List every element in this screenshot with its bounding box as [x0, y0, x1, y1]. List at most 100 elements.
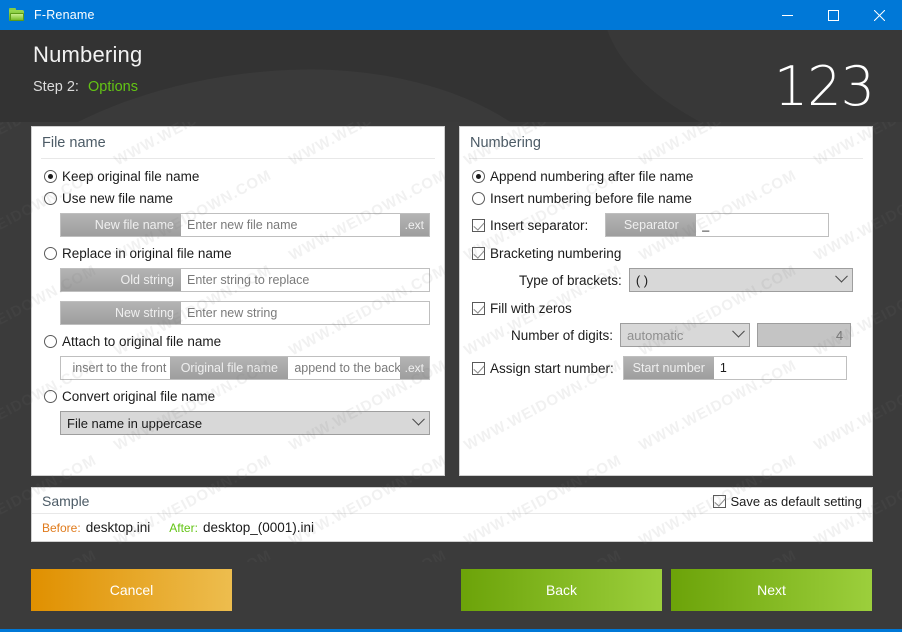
radio-label: Keep original file name: [62, 169, 200, 184]
convert-mode-value: File name in uppercase: [67, 415, 203, 431]
maximize-icon[interactable]: [810, 0, 856, 30]
chevron-down-icon: [834, 269, 848, 283]
radio-use-new-name[interactable]: Use new file name: [44, 191, 432, 206]
assign-start-number-label: Assign start number:: [490, 360, 614, 376]
radio-icon: [44, 390, 57, 403]
sample-after-value: desktop_(0001).ini: [202, 520, 315, 535]
title-bar: F-Rename: [0, 0, 902, 30]
type-of-brackets-select[interactable]: ( ): [628, 268, 853, 292]
file-name-panel: File name Keep original file name Use ne…: [31, 126, 445, 476]
radio-icon: [44, 192, 57, 205]
chevron-down-icon: [412, 412, 425, 426]
save-as-default-row[interactable]: Save as default setting: [713, 494, 862, 509]
save-as-default-label: Save as default setting: [730, 493, 862, 509]
assign-start-number-row: Assign start number: Start number 1: [472, 356, 860, 380]
type-of-brackets-value: ( ): [635, 272, 649, 288]
old-string-input[interactable]: Enter string to replace: [181, 269, 429, 291]
sample-preview-row: Before: desktop.ini After: desktop_(0001…: [32, 514, 872, 535]
sample-before-key: Before:: [42, 521, 81, 535]
radio-label: Attach to original file name: [62, 334, 222, 349]
new-file-name-chip: New file name: [61, 214, 181, 236]
radio-attach-to-original[interactable]: Attach to original file name: [44, 334, 432, 349]
start-number-input[interactable]: 1: [713, 357, 846, 379]
separator-field: Separator _: [605, 213, 830, 237]
radio-icon: [44, 335, 57, 348]
next-button[interactable]: Next: [671, 569, 872, 611]
step-value: Options: [87, 79, 138, 95]
radio-icon: [472, 192, 485, 205]
radio-insert-numbering[interactable]: Insert numbering before file name: [472, 191, 860, 206]
assign-start-number-checkbox[interactable]: [472, 361, 485, 375]
start-number-chip: Start number: [623, 357, 714, 379]
workspace: WWW.WEIDOWN.COMWWW.WEIDOWN.COMWWW.WEIDOW…: [0, 122, 902, 632]
bracketing-checkbox[interactable]: [472, 247, 485, 260]
insert-separator-row: Insert separator: Separator _: [472, 213, 860, 237]
sample-title: Sample: [42, 493, 90, 509]
type-of-brackets-label: Type of brackets:: [519, 272, 622, 288]
original-file-name-chip: Original file name: [170, 357, 289, 379]
sample-before-value: desktop.ini: [85, 520, 151, 535]
radio-convert-original[interactable]: Convert original file name: [44, 389, 432, 404]
radio-label: Insert numbering before file name: [490, 191, 692, 206]
radio-label: Use new file name: [62, 191, 174, 206]
page-title: Numbering: [33, 42, 143, 67]
app-title: F-Rename: [34, 8, 95, 22]
number-of-digits-value: automatic: [627, 327, 684, 343]
chevron-down-icon: [732, 324, 745, 338]
insert-separator-checkbox[interactable]: [472, 218, 485, 232]
radio-append-numbering[interactable]: Append numbering after file name: [472, 169, 860, 184]
fill-with-zeros-row[interactable]: Fill with zeros: [472, 301, 860, 316]
insert-separator-label: Insert separator:: [490, 217, 589, 233]
new-string-chip: New string: [61, 302, 181, 324]
page-header: Numbering Step 2: Options 123: [0, 30, 902, 122]
fill-with-zeros-checkbox[interactable]: [472, 302, 485, 315]
radio-label: Replace in original file name: [62, 246, 232, 261]
new-file-name-input[interactable]: Enter new file name: [181, 214, 400, 236]
radio-icon: [44, 170, 57, 183]
new-string-row: New string Enter new string: [60, 301, 430, 325]
numbering-panel: Numbering Append numbering after file na…: [459, 126, 873, 476]
save-as-default-checkbox[interactable]: [713, 494, 727, 508]
start-number-field: Start number 1: [622, 356, 847, 380]
sample-panel: Sample Save as default setting Before: d…: [31, 487, 873, 542]
numbering-panel-title: Numbering: [470, 135, 541, 151]
extension-suffix: .ext: [399, 357, 429, 379]
attach-row: insert to the front Original file name a…: [60, 356, 430, 380]
radio-icon: [472, 170, 485, 183]
convert-mode-select[interactable]: File name in uppercase: [60, 411, 430, 435]
radio-label: Append numbering after file name: [490, 169, 694, 184]
file-name-panel-title: File name: [42, 135, 106, 151]
radio-keep-original[interactable]: Keep original file name: [44, 169, 432, 184]
step-indicator: Step 2: Options: [33, 79, 138, 95]
separator-input[interactable]: _: [696, 214, 829, 236]
new-file-name-row: New file name Enter new file name .ext: [60, 213, 430, 237]
number-of-digits-select[interactable]: automatic: [620, 323, 751, 347]
bracketing-row[interactable]: Bracketing numbering: [472, 246, 860, 261]
bracketing-label: Bracketing numbering: [490, 246, 622, 261]
minimize-icon[interactable]: [764, 0, 810, 30]
close-icon[interactable]: [856, 0, 902, 30]
radio-label: Convert original file name: [62, 389, 216, 404]
radio-icon: [44, 247, 57, 260]
extension-suffix: .ext: [399, 214, 429, 236]
new-string-input[interactable]: Enter new string: [181, 302, 429, 324]
back-button[interactable]: Back: [461, 569, 662, 611]
attach-back-input[interactable]: append to the back: [288, 357, 400, 379]
number-of-digits-label: Number of digits:: [511, 327, 614, 343]
radio-replace-in-original[interactable]: Replace in original file name: [44, 246, 432, 261]
folder-icon: [9, 8, 25, 22]
footer: Cancel Back Next: [0, 562, 902, 632]
sample-after-key: After:: [169, 521, 198, 535]
fill-with-zeros-label: Fill with zeros: [490, 301, 572, 316]
number-of-digits-row: Number of digits: automatic 4: [511, 323, 860, 347]
separator-chip: Separator: [606, 214, 697, 236]
type-of-brackets-row: Type of brackets: ( ): [519, 268, 860, 292]
old-string-row: Old string Enter string to replace: [60, 268, 430, 292]
cancel-button[interactable]: Cancel: [31, 569, 232, 611]
old-string-chip: Old string: [61, 269, 181, 291]
digits-count-field[interactable]: 4: [757, 323, 852, 347]
attach-front-input[interactable]: insert to the front: [61, 357, 171, 379]
panels-container: File name Keep original file name Use ne…: [31, 126, 873, 476]
numbering-logo: 123: [773, 55, 875, 118]
window-controls: [764, 0, 902, 30]
